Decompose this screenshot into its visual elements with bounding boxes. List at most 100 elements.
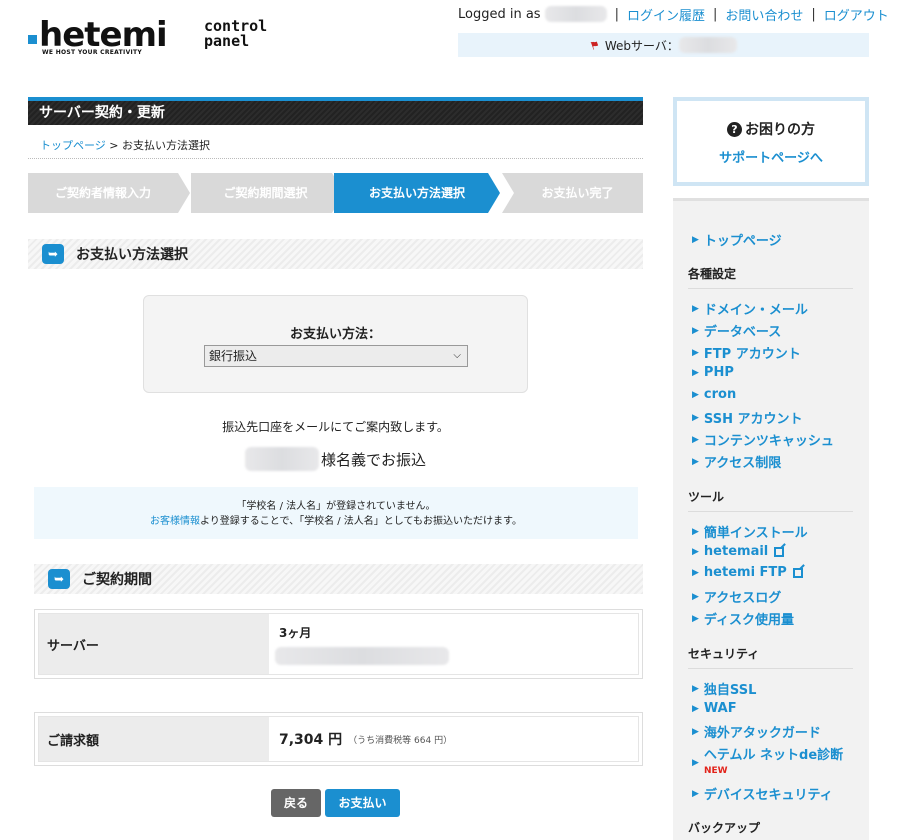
- external-link-icon: [774, 546, 785, 557]
- sidebar-item-ssh-account[interactable]: ▶ SSH アカウント: [692, 408, 802, 427]
- info-line-1: 「学校名 / 法人名」が登録されていません。: [236, 501, 436, 512]
- arrow-right-icon: ▶: [692, 526, 699, 537]
- sidebar-item-access-log[interactable]: ▶ アクセスログ: [692, 587, 781, 606]
- customer-info-link[interactable]: お客様情報: [150, 516, 200, 527]
- logo-control-panel: control panel: [204, 17, 268, 50]
- logged-in-label: Logged in as: [458, 6, 541, 22]
- section-title: お支払い方法選択: [76, 247, 188, 263]
- sidebar-item-php[interactable]: ▶ PHP: [692, 365, 734, 380]
- sidebar-item-access-restriction[interactable]: ▶ アクセス制限: [692, 452, 781, 471]
- info-notice-box: 「学校名 / 法人名」が登録されていません。 お客様情報より登録することで、「学…: [34, 487, 638, 539]
- server-period: 3ヶ月: [279, 626, 312, 640]
- arrow-right-icon: ▶: [692, 788, 699, 799]
- payment-method-label: お支払い方法：: [289, 327, 381, 342]
- logo-tagline: WE HOST YOUR CREATIVITY: [42, 49, 143, 56]
- sidebar-nav: ▶ トップページ 各種設定 ▶ ドメイン・メール ▶ データベース ▶ FTP アカウン…: [673, 198, 869, 840]
- step-contract-period: ご契約期間選択: [191, 173, 332, 213]
- breadcrumb-current: お支払い方法選択: [122, 139, 210, 152]
- sidebar-item-domain-mail[interactable]: ▶ ドメイン・メール: [692, 299, 808, 318]
- step-label: お支払い方法選択: [368, 186, 465, 200]
- sidebar-item-ssl[interactable]: ▶ 独自SSL: [692, 679, 756, 698]
- info-line-2: お客様情報より登録することで、「学校名 / 法人名」としてもお振込いただけます。: [149, 516, 523, 527]
- sidebar-item-top[interactable]: ▶ トップページ: [692, 230, 782, 249]
- arrow-right-icon: ▶: [692, 456, 699, 467]
- sidebar-item-cron[interactable]: ▶ cron: [692, 387, 736, 402]
- arrow-right-icon: ▶: [692, 703, 699, 714]
- sidebar-item-easy-install[interactable]: ▶ 簡単インストール: [692, 522, 808, 541]
- chevron-down-icon: ⌵: [453, 350, 461, 361]
- arrow-right-icon: ▶: [692, 325, 699, 336]
- main-content: サーバー契約・更新 トップページ > お支払い方法選択 ご契約者情報入力 ご契約…: [28, 97, 643, 817]
- arrow-right-icon: ▶: [692, 613, 699, 624]
- table-row: サーバー 3ヶ月: [38, 613, 639, 675]
- arrow-right-icon: ▶: [692, 367, 699, 378]
- arrow-right-icon: ▶: [692, 347, 699, 358]
- username-redacted: [544, 6, 607, 22]
- billing-tax: （うち消費税等 664 円）: [348, 735, 453, 746]
- payment-method-select[interactable]: 銀行振込 ⌵: [204, 345, 468, 367]
- help-title: ? お困りの方: [677, 119, 865, 139]
- server-detail-redacted: [275, 647, 449, 665]
- sidebar-item-content-cache[interactable]: ▶ コンテンツキャッシュ: [692, 430, 834, 449]
- billing-label: ご請求額: [39, 717, 269, 761]
- sidebar-item-hetemail[interactable]: ▶ hetemail: [692, 544, 785, 559]
- step-label: お支払い完了: [541, 186, 614, 200]
- billing-amount: 7,304 円: [279, 732, 343, 748]
- logo-wordmark: hetemi: [28, 18, 168, 52]
- sidebar-item-waf[interactable]: ▶ WAF: [692, 701, 737, 716]
- sidebar-group-security: セキュリティ: [688, 645, 853, 669]
- pay-button[interactable]: お支払い: [325, 789, 400, 817]
- sidebar-group-tools: ツール: [688, 488, 853, 512]
- breadcrumb: トップページ > お支払い方法選択: [28, 137, 643, 159]
- arrow-right-icon: ▶: [692, 726, 699, 737]
- step-payment-method: お支払い方法選択: [334, 173, 488, 213]
- account-holder: 様名義でお振込: [28, 447, 643, 471]
- step-payment-complete: お支払い完了: [502, 173, 643, 213]
- arrow-right-icon: ▶: [692, 567, 699, 578]
- sidebar-item-device-security[interactable]: ▶ デバイスセキュリティ: [692, 784, 833, 803]
- step-contractor-info: ご契約者情報入力: [28, 173, 178, 213]
- mail-notice: 振込先口座をメールにてご案内致します。: [222, 420, 449, 434]
- user-bar: Logged in as | ログイン履歴 | お問い合わせ | ログアウト: [458, 5, 889, 24]
- contact-link[interactable]: お問い合わせ: [725, 5, 803, 24]
- arrow-right-icon: ▶: [692, 303, 699, 314]
- sidebar-item-hetemi-ftp[interactable]: ▶ hetemi FTP: [692, 565, 803, 580]
- sidebar-group-backup: バックアップ: [688, 821, 761, 835]
- arrow-right-icon: ▶: [692, 757, 699, 768]
- breadcrumb-separator: >: [109, 139, 119, 152]
- billing-table: ご請求額 7,304 円 （うち消費税等 664 円）: [34, 712, 643, 766]
- holder-name-redacted: [244, 447, 319, 471]
- flag-icon: ⚑: [588, 37, 602, 53]
- server-name-redacted: [678, 37, 737, 53]
- billing-value: 7,304 円 （うち消費税等 664 円）: [269, 717, 638, 761]
- arrow-right-icon: ▶: [692, 591, 699, 602]
- arrow-right-icon: ▶: [692, 683, 699, 694]
- progress-steps: ご契約者情報入力 ご契約期間選択 お支払い方法選択 お支払い完了: [28, 173, 643, 213]
- sidebar-item-disk-usage[interactable]: ▶ ディスク使用量: [692, 609, 794, 628]
- hetemi-logo[interactable]: hetemi WE HOST YOUR CREATIVITY control p…: [28, 18, 288, 58]
- support-page-link[interactable]: サポートページへ: [719, 151, 823, 166]
- login-history-link[interactable]: ログイン履歴: [627, 5, 705, 24]
- back-button[interactable]: 戻る: [271, 789, 321, 817]
- arrow-right-icon: ▶: [692, 412, 699, 423]
- logout-link[interactable]: ログアウト: [824, 5, 889, 24]
- contract-section-heading: ➥ ご契約期間: [34, 564, 643, 594]
- payment-method-box: お支払い方法： 銀行振込 ⌵: [143, 295, 528, 393]
- server-label: Webサーバ：: [604, 38, 679, 53]
- payment-section-heading: ➥ お支払い方法選択: [28, 239, 643, 269]
- step-label: ご契約期間選択: [223, 186, 308, 200]
- arrow-right-icon: ▶: [692, 434, 699, 445]
- breadcrumb-top-link[interactable]: トップページ: [40, 139, 106, 152]
- sidebar-item-ftp-account[interactable]: ▶ FTP アカウント: [692, 343, 801, 362]
- page-title: サーバー契約・更新: [28, 97, 643, 125]
- contract-table: サーバー 3ヶ月: [34, 609, 643, 679]
- section-icon: ➥: [48, 569, 70, 589]
- external-link-icon: [792, 567, 803, 578]
- sidebar-item-overseas-attack-guard[interactable]: ▶ 海外アタックガード: [692, 722, 821, 741]
- sidebar-item-database[interactable]: ▶ データベース: [692, 321, 781, 340]
- server-label: サーバー: [39, 614, 269, 674]
- arrow-right-icon: ▶: [692, 389, 699, 400]
- question-icon: ?: [727, 121, 742, 137]
- arrow-right-icon: ▶: [692, 546, 699, 557]
- payment-method-value: 銀行振込: [209, 349, 258, 363]
